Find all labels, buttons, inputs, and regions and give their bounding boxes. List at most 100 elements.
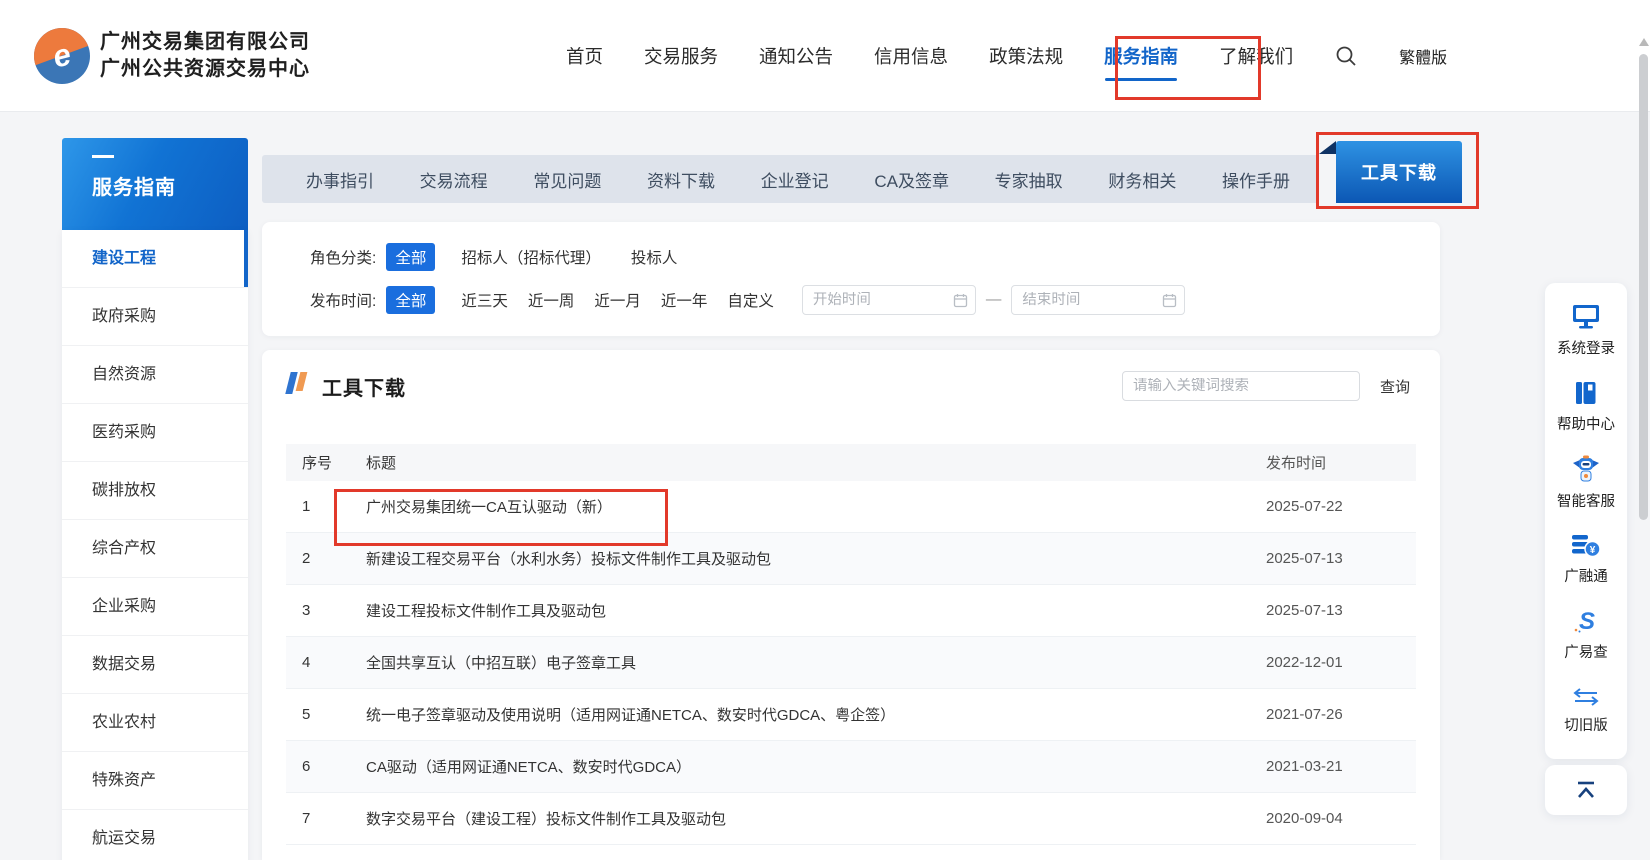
row-number: 4	[286, 654, 366, 671]
sidebar-item-natural-resources[interactable]: 自然资源	[62, 346, 248, 404]
header-title: 标题	[366, 452, 1266, 473]
sidebar-dash-decoration	[92, 155, 114, 158]
calendar-icon[interactable]	[953, 293, 968, 313]
row-date: 2025-07-13	[1266, 550, 1416, 567]
float-item-switch-old-version[interactable]: 切旧版	[1545, 673, 1627, 749]
sidebar-item-special-assets[interactable]: 特殊资产	[62, 752, 248, 810]
sidebar-item-construction[interactable]: 建设工程	[62, 230, 248, 288]
role-filter-row: 角色分类: 全部 招标人（招标代理） 投标人	[310, 222, 1440, 271]
sidebar-item-data-trading[interactable]: 数据交易	[62, 636, 248, 694]
row-number: 6	[286, 758, 366, 775]
float-item-ai-customer-service[interactable]: 智能客服	[1545, 445, 1627, 521]
table-row: 5 统一电子签章驱动及使用说明（适用网证通NETCA、数安时代GDCA、粤企签）…	[286, 689, 1416, 741]
time-option-3days[interactable]: 近三天	[461, 289, 508, 311]
tab-manual[interactable]: 操作手册	[1222, 167, 1290, 192]
table-row: 3 建设工程投标文件制作工具及驱动包 2025-07-13	[286, 585, 1416, 637]
sidebar-item-medical-procurement[interactable]: 医药采购	[62, 404, 248, 462]
filter-panel: 角色分类: 全部 招标人（招标代理） 投标人 发布时间: 全部 近三天 近一周 …	[262, 222, 1440, 336]
row-date: 2021-03-21	[1266, 758, 1416, 775]
back-to-top-icon	[1574, 780, 1598, 800]
nav-item-policies[interactable]: 政策法规	[989, 43, 1063, 69]
table-row: 6 CA驱动（适用网证通NETCA、数安时代GDCA） 2021-03-21	[286, 741, 1416, 793]
gyicha-s-logo-icon: S	[1573, 608, 1599, 634]
scrollbar-thumb[interactable]	[1639, 54, 1648, 520]
row-title-link[interactable]: 统一电子签章驱动及使用说明（适用网证通NETCA、数安时代GDCA、粤企签）	[366, 704, 1266, 725]
header-date: 发布时间	[1266, 452, 1416, 473]
nav-item-home[interactable]: 首页	[566, 43, 603, 69]
header-no: 序号	[286, 452, 366, 473]
row-date: 2025-07-22	[1266, 498, 1416, 515]
tab-process[interactable]: 交易流程	[420, 167, 488, 192]
tab-expert-draw[interactable]: 专家抽取	[995, 167, 1063, 192]
site-header: e 广州交易集团有限公司 广州公共资源交易中心 首页 交易服务 通知公告 信用信…	[0, 0, 1650, 112]
start-date-field	[802, 285, 976, 315]
nav-item-service-guide[interactable]: 服务指南	[1104, 43, 1178, 69]
table-body: 1 广州交易集团统一CA互认驱动（新） 2025-07-22 2 新建设工程交易…	[286, 481, 1416, 845]
role-option-bidder[interactable]: 投标人	[631, 246, 678, 268]
table-row: 2 新建设工程交易平台（水利水务）投标文件制作工具及驱动包 2025-07-13	[286, 533, 1416, 585]
svg-text:S: S	[1579, 608, 1595, 634]
table-row: 4 全国共享互认（中招互联）电子签章工具 2022-12-01	[286, 637, 1416, 689]
row-title-link[interactable]: 广州交易集团统一CA互认驱动（新）	[366, 496, 1266, 517]
nav-item-about-us[interactable]: 了解我们	[1219, 43, 1293, 69]
time-option-month[interactable]: 近一月	[594, 289, 641, 311]
keyword-search-input[interactable]	[1133, 378, 1343, 394]
tab-ca-signature[interactable]: CA及签章	[874, 167, 949, 192]
start-date-input[interactable]	[813, 292, 949, 308]
row-date: 2020-09-04	[1266, 810, 1416, 827]
traditional-chinese-switch[interactable]: 繁體版	[1399, 44, 1447, 68]
time-option-year[interactable]: 近一年	[661, 289, 708, 311]
float-item-grongtong-finance[interactable]: ¥ 广融通	[1545, 521, 1627, 597]
float-item-label: 系统登录	[1557, 337, 1615, 358]
nav-item-trading-services[interactable]: 交易服务	[644, 43, 718, 69]
row-date: 2021-07-26	[1266, 706, 1416, 723]
query-button[interactable]: 查询	[1380, 376, 1410, 397]
sidebar-item-shipping[interactable]: 航运交易	[62, 810, 248, 860]
role-option-tenderer[interactable]: 招标人（招标代理）	[461, 246, 601, 268]
time-option-week[interactable]: 近一周	[528, 289, 575, 311]
tab-finance[interactable]: 财务相关	[1108, 167, 1176, 192]
float-item-help-center[interactable]: 帮助中心	[1545, 369, 1627, 445]
back-to-top-button[interactable]	[1545, 765, 1627, 815]
float-item-gyicha-search[interactable]: S 广易查	[1545, 597, 1627, 673]
row-title-link[interactable]: 新建设工程交易平台（水利水务）投标文件制作工具及驱动包	[366, 548, 1266, 569]
row-title-link[interactable]: 数字交易平台（建设工程）投标文件制作工具及驱动包	[366, 808, 1266, 829]
calendar-icon[interactable]	[1162, 293, 1177, 313]
table-row: 7 数字交易平台（建设工程）投标文件制作工具及驱动包 2020-09-04	[286, 793, 1416, 845]
role-option-all-selected[interactable]: 全部	[386, 243, 435, 271]
header-search-button[interactable]	[1334, 44, 1358, 68]
nav-item-credit-info[interactable]: 信用信息	[874, 43, 948, 69]
company-logo[interactable]: e	[34, 28, 90, 84]
floating-side-menu: 系统登录 帮助中心 智能客服	[1545, 283, 1627, 759]
sidebar-item-government-procurement[interactable]: 政府采购	[62, 288, 248, 346]
tab-guide[interactable]: 办事指引	[306, 167, 374, 192]
row-title-link[interactable]: 全国共享互认（中招互联）电子签章工具	[366, 652, 1266, 673]
sidebar-item-agriculture[interactable]: 农业农村	[62, 694, 248, 752]
time-filter-label: 发布时间:	[310, 289, 376, 311]
float-item-label: 智能客服	[1557, 490, 1615, 511]
sidebar-item-comprehensive-property[interactable]: 综合产权	[62, 520, 248, 578]
robot-mascot-icon	[1571, 455, 1601, 483]
float-item-system-login[interactable]: 系统登录	[1545, 293, 1627, 369]
float-item-label: 广易查	[1564, 641, 1608, 662]
tab-faq[interactable]: 常见问题	[533, 167, 601, 192]
end-date-field	[1011, 285, 1185, 315]
tools-download-panel: 工具下载 查询 序号 标题 发布时间 1 广州交易集团统一CA互认驱动（新） 2…	[262, 350, 1440, 860]
sidebar-item-enterprise-procurement[interactable]: 企业采购	[62, 578, 248, 636]
tab-tools-download-active[interactable]: 工具下载	[1336, 141, 1462, 203]
company-line-2: 广州公共资源交易中心	[100, 56, 310, 83]
scrollbar-up-arrow-icon[interactable]	[1639, 38, 1649, 46]
page: e 广州交易集团有限公司 广州公共资源交易中心 首页 交易服务 通知公告 信用信…	[0, 0, 1650, 860]
row-title-link[interactable]: 建设工程投标文件制作工具及驱动包	[366, 600, 1266, 621]
nav-item-notices[interactable]: 通知公告	[759, 43, 833, 69]
monitor-icon	[1572, 304, 1600, 330]
tab-downloads[interactable]: 资料下载	[647, 167, 715, 192]
panel-header: 工具下载 查询	[286, 366, 1416, 412]
end-date-input[interactable]	[1022, 292, 1158, 308]
time-option-custom[interactable]: 自定义	[727, 289, 774, 311]
sidebar-item-carbon-emissions[interactable]: 碳排放权	[62, 462, 248, 520]
time-option-all-selected[interactable]: 全部	[386, 286, 435, 314]
finance-coins-icon: ¥	[1571, 532, 1601, 558]
tab-registration[interactable]: 企业登记	[761, 167, 829, 192]
row-title-link[interactable]: CA驱动（适用网证通NETCA、数安时代GDCA）	[366, 756, 1266, 777]
